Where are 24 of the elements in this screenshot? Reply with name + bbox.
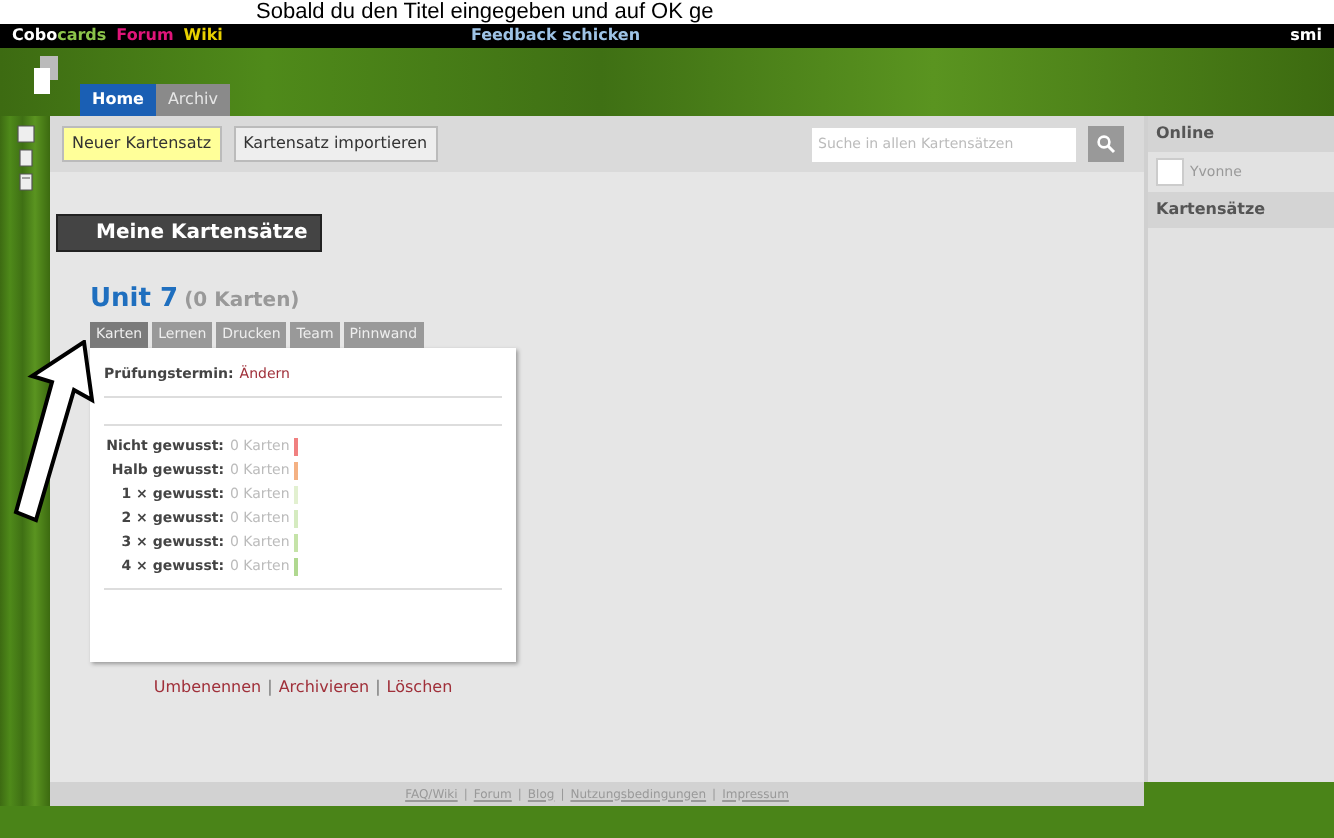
logo-icon xyxy=(32,56,60,96)
nav-tab[interactable]: Archiv xyxy=(155,84,230,116)
separator-text: | xyxy=(267,675,273,699)
new-deck-button[interactable]: Neuer Kartensatz xyxy=(62,126,222,162)
deck-title-link[interactable]: Unit 7 xyxy=(90,280,179,319)
card-count-text: (0 Karten) xyxy=(184,288,300,316)
nav-link[interactable]: Wiki xyxy=(183,24,223,48)
nav-link[interactable]: Forum xyxy=(116,24,174,48)
section-header: Meine Kartensätze xyxy=(56,214,322,252)
avatar-placeholder xyxy=(1156,158,1184,186)
sidebar-heading: Kartensätze xyxy=(1148,192,1334,228)
action-link[interactable]: Löschen xyxy=(386,675,453,699)
action-link[interactable]: Umbenennen xyxy=(153,675,262,699)
import-button[interactable]: Kartensatz importieren xyxy=(233,126,438,162)
search-button[interactable] xyxy=(1088,126,1124,162)
search-icon xyxy=(1096,134,1116,154)
nav-tab[interactable]: Home xyxy=(80,84,156,116)
username-text: smi xyxy=(1290,24,1322,48)
sidebar-heading: Online xyxy=(1148,116,1334,152)
action-link[interactable]: Archivieren xyxy=(278,675,370,699)
caption-text: Sobald du den Titel eingegeben und auf OK ge xyxy=(256,1,714,23)
logo-text: Cobocards xyxy=(12,24,107,48)
separator-text: | xyxy=(375,675,381,699)
feedback-link[interactable]: Feedback schicken xyxy=(470,24,641,48)
